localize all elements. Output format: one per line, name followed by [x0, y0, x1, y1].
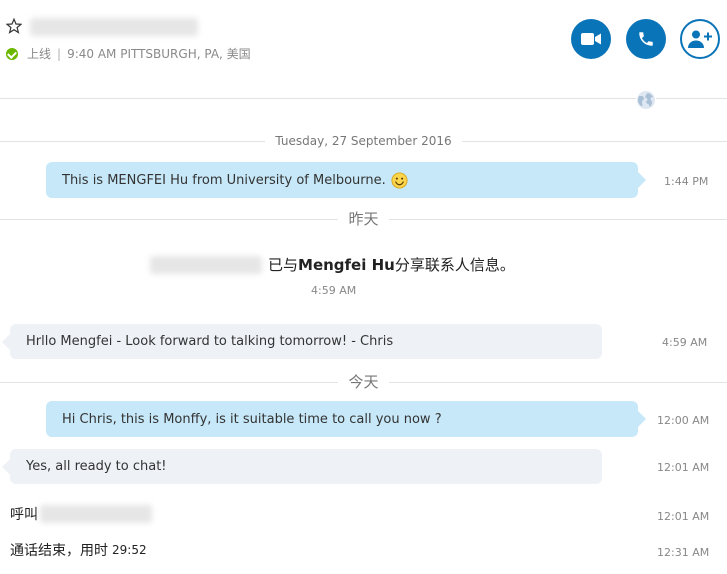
message-bubble-incoming[interactable]: Yes, all ready to chat!: [2, 449, 602, 484]
message-text: Hrllo Mengfei - Look forward to talking …: [26, 334, 394, 349]
message-bubble-incoming[interactable]: Hrllo Mengfei - Look forward to talking …: [2, 324, 602, 359]
video-camera-icon: [581, 33, 601, 45]
message-text: Yes, all ready to chat!: [26, 459, 167, 474]
call-duration: 29:52: [112, 543, 147, 557]
share-suffix: 分享联系人信息。: [394, 256, 515, 274]
share-time: 4:59 AM: [311, 284, 357, 297]
add-people-button[interactable]: [680, 19, 720, 59]
contact-name-redacted: [30, 18, 198, 36]
date-separator: Tuesday, 27 September 2016: [0, 134, 727, 148]
date-label: 今天: [338, 373, 389, 391]
status-row: 上线 | 9:40 AM PITTSBURGH, PA, 美国: [6, 45, 251, 62]
message-time: 1:44 PM: [664, 175, 709, 188]
call-label: 呼叫: [10, 507, 38, 523]
sender-name-redacted: [150, 255, 262, 274]
date-separator-yesterday: 昨天: [0, 208, 727, 229]
video-call-button[interactable]: [571, 19, 611, 59]
message-time: 4:59 AM: [662, 336, 708, 349]
globe-icon[interactable]: [636, 90, 656, 110]
message-bubble-outgoing[interactable]: This is MENGFEI Hu from University of Me…: [46, 162, 646, 198]
date-label: Tuesday, 27 September 2016: [265, 134, 462, 148]
call-event: 呼叫: [10, 504, 152, 524]
audio-call-button[interactable]: [626, 19, 666, 59]
favorite-star-icon[interactable]: [6, 18, 22, 34]
call-time: 12:01 AM: [657, 510, 710, 523]
message-text: Hi Chris, this is Monffy, is it suitable…: [62, 411, 442, 427]
online-status-icon: [6, 47, 18, 60]
date-label: 昨天: [338, 210, 389, 228]
call-ended-label: 通话结束，用时: [10, 543, 108, 559]
contact-share-notice: 已与 Mengfei Hu 分享联系人信息。: [150, 254, 515, 275]
local-time-location: 9:40 AM PITTSBURGH, PA, 美国: [67, 47, 251, 61]
presence-status: 上线: [27, 47, 52, 61]
share-prefix: 已与: [268, 256, 299, 274]
call-ended-event: 通话结束，用时 29:52: [10, 540, 147, 560]
phone-icon: [639, 32, 653, 46]
message-text: This is MENGFEI Hu from University of Me…: [62, 172, 386, 188]
date-separator-today: 今天: [0, 371, 727, 392]
add-person-icon: [688, 30, 712, 48]
message-time: 12:01 AM: [657, 461, 710, 474]
header-divider: [0, 98, 727, 99]
message-bubble-outgoing[interactable]: Hi Chris, this is Monffy, is it suitable…: [46, 401, 646, 437]
smiley-icon: [391, 171, 408, 189]
call-ended-time: 12:31 AM: [657, 546, 710, 559]
status-separator: |: [57, 46, 62, 61]
message-time: 12:00 AM: [657, 414, 710, 427]
shared-contact-name[interactable]: Mengfei Hu: [298, 256, 395, 274]
callee-name-redacted: [40, 505, 152, 523]
